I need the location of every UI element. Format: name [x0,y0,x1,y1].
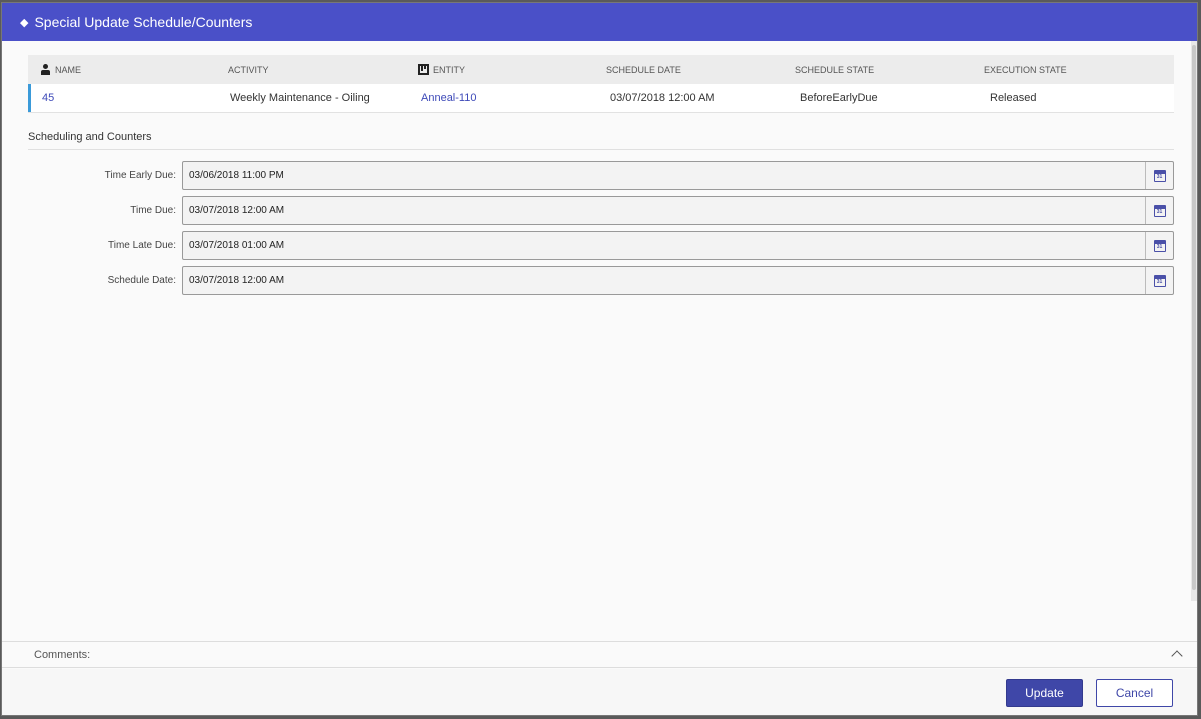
field-value: 03/06/2018 11:00 PM [189,170,284,181]
scrollbar-thumb[interactable] [1192,45,1196,590]
dialog-content: NAME ACTIVITY ENTITY SCHEDULE DATE SCHED… [2,41,1197,641]
header-schedule-state-label: SCHEDULE STATE [795,64,875,75]
field-schedule-date: Schedule Date: 03/07/2018 12:00 AM 31 [28,266,1174,295]
header-name-label: NAME [55,64,82,75]
grid-header: NAME ACTIVITY ENTITY SCHEDULE DATE SCHED… [28,55,1174,84]
header-execution-state[interactable]: EXECUTION STATE [984,55,1067,84]
time-early-due-input[interactable]: 03/06/2018 11:00 PM 31 [182,161,1174,190]
header-name[interactable]: NAME [40,55,81,84]
dialog-title: Special Update Schedule/Counters [34,14,253,30]
table-row[interactable]: 45 Weekly Maintenance - Oiling Anneal-11… [28,84,1174,113]
schedule-grid: NAME ACTIVITY ENTITY SCHEDULE DATE SCHED… [28,55,1174,113]
header-entity[interactable]: ENTITY [418,55,465,84]
row-schedule-state: BeforeEarlyDue [800,92,878,104]
row-execution-state: Released [990,92,1037,104]
calendar-button[interactable]: 31 [1145,267,1173,294]
chevron-up-icon[interactable] [1171,648,1183,660]
dialog-titlebar: ◆ Special Update Schedule/Counters [2,3,1197,41]
special-update-dialog: ◆ Special Update Schedule/Counters NAME … [1,2,1198,716]
calendar-icon: 31 [1153,169,1166,182]
calendar-button[interactable]: 31 [1145,232,1173,259]
time-late-due-input[interactable]: 03/07/2018 01:00 AM 31 [182,231,1174,260]
field-label: Time Late Due: [108,240,176,251]
row-schedule-date: 03/07/2018 12:00 AM [610,92,715,104]
row-name-link[interactable]: 45 [42,84,54,112]
field-time-due: Time Due: 03/07/2018 12:00 AM 31 [28,196,1174,225]
entity-icon [418,64,429,75]
field-value: 03/07/2018 01:00 AM [189,240,285,251]
vertical-scrollbar[interactable] [1191,41,1197,601]
header-execution-state-label: EXECUTION STATE [984,64,1067,75]
header-activity-label: ACTIVITY [228,64,269,75]
row-activity: Weekly Maintenance - Oiling [230,92,370,104]
section-title: Scheduling and Counters [28,131,1174,150]
row-entity-link[interactable]: Anneal-110 [421,84,476,112]
calendar-icon: 31 [1153,239,1166,252]
time-due-input[interactable]: 03/07/2018 12:00 AM 31 [182,196,1174,225]
update-button[interactable]: Update [1006,679,1083,707]
calendar-button[interactable]: 31 [1145,197,1173,224]
field-label: Schedule Date: [107,275,176,286]
field-label: Time Due: [130,205,176,216]
row-selection-marker [28,84,31,112]
schedule-date-input[interactable]: 03/07/2018 12:00 AM 31 [182,266,1174,295]
dialog-footer: Update Cancel [2,669,1197,715]
calendar-button[interactable]: 31 [1145,162,1173,189]
field-value: 03/07/2018 12:00 AM [189,275,285,286]
person-icon [40,64,51,75]
diamond-icon: ◆ [20,16,29,29]
comments-panel[interactable]: Comments: [2,641,1197,668]
header-entity-label: ENTITY [433,64,466,75]
header-activity[interactable]: ACTIVITY [228,55,269,84]
header-schedule-date-label: SCHEDULE DATE [606,64,681,75]
field-time-early-due: Time Early Due: 03/06/2018 11:00 PM 31 [28,161,1174,190]
calendar-icon: 31 [1153,274,1166,287]
cancel-button[interactable]: Cancel [1096,679,1173,707]
field-label: Time Early Due: [104,170,176,181]
field-value: 03/07/2018 12:00 AM [189,205,285,216]
field-time-late-due: Time Late Due: 03/07/2018 01:00 AM 31 [28,231,1174,260]
comments-label: Comments: [34,649,91,661]
header-schedule-date[interactable]: SCHEDULE DATE [606,55,681,84]
calendar-icon: 31 [1153,204,1166,217]
header-schedule-state[interactable]: SCHEDULE STATE [795,55,874,84]
